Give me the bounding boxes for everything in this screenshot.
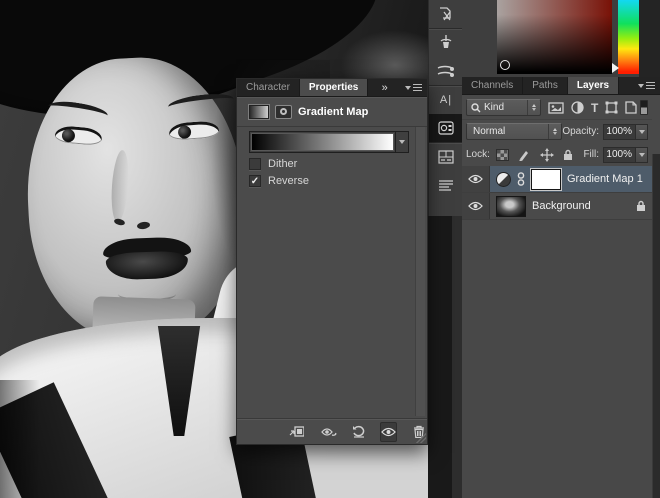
kind-filter-dropdown[interactable]: Kind [466,99,541,116]
mask-target-icon[interactable] [275,105,292,119]
filter-type-layers-icon[interactable]: T [591,101,598,115]
photoshop-workspace: A| Channels [0,0,660,498]
fill-value[interactable]: 100% [603,147,636,163]
panel-dock: A| [428,0,462,498]
layer-name[interactable]: Gradient Map 1 [567,173,643,185]
layer-list: Gradient Map 1 Background [462,166,652,220]
properties-footer [237,418,427,444]
color-panel [462,0,660,77]
lock-row: Lock: Fill: 100% [462,143,652,166]
blend-mode-value: Normal [473,126,505,137]
gradient-preview[interactable] [251,133,394,151]
view-previous-state-icon[interactable] [319,422,337,442]
dither-option[interactable]: Dither [249,158,297,170]
properties-tabbar: Character Properties » [237,79,427,97]
tab-character[interactable]: Character [237,79,300,96]
layer-row-gradient-map[interactable]: Gradient Map 1 [462,166,652,193]
visibility-toggle[interactable] [462,193,490,219]
opacity-arrow-icon[interactable] [636,124,648,140]
layer-filter-row: Kind T [462,96,652,119]
paragraph-panel-icon[interactable] [429,171,463,199]
lock-transparency-icon[interactable] [496,149,509,161]
adjustment-title: Gradient Map [298,106,368,118]
reverse-option[interactable]: ✓ Reverse [249,175,309,187]
panel-menu-icon[interactable] [400,84,427,91]
layer-mask-thumbnail[interactable] [531,169,561,190]
gradient-picker-arrow-icon[interactable] [395,132,408,152]
right-panel-column: Channels Paths Layers Kind T [462,0,660,498]
dropdown-stepper-icon [527,100,540,115]
reset-adjustment-icon[interactable] [351,422,367,442]
filter-shape-layers-icon[interactable] [605,101,618,114]
background-lock-icon [636,200,646,212]
brush-panel-icon[interactable] [429,29,463,57]
eye-icon [468,174,483,184]
filter-pixel-layers-icon[interactable] [548,102,564,114]
visibility-toggle[interactable] [462,166,490,192]
tab-paths[interactable]: Paths [523,77,568,94]
hue-slider-pointer[interactable] [612,63,619,73]
adjustment-header: Gradient Map [237,97,427,127]
gradient-adjustment-icon [249,105,269,119]
tab-layers[interactable]: Layers [568,77,619,94]
color-cursor[interactable] [500,60,510,70]
layer-row-background[interactable]: Background [462,193,652,220]
gradient-editor[interactable] [249,131,409,153]
layers-tabbar: Channels Paths Layers [462,77,660,95]
tab-channels[interactable]: Channels [462,77,523,94]
eye-icon [468,201,483,211]
clip-to-layer-icon[interactable] [289,422,305,442]
panel-menu-icon[interactable] [633,82,660,89]
filter-toggle-icon[interactable] [640,100,648,115]
blend-mode-dropdown[interactable]: Normal [466,123,562,140]
properties-scrollbar[interactable] [415,127,425,416]
collapse-panel-icon[interactable]: » [378,79,391,96]
layer-name[interactable]: Background [532,200,591,212]
dither-checkbox[interactable] [249,158,261,170]
panel-resize-grip[interactable] [416,433,426,443]
lock-all-icon[interactable] [563,149,573,161]
character-panel-icon[interactable]: A| [429,86,463,114]
saturation-field[interactable] [497,0,612,74]
dropdown-stepper-icon [548,124,561,139]
fill-arrow-icon[interactable] [636,147,648,163]
properties-panel-icon[interactable] [429,114,463,142]
reverse-label: Reverse [268,175,309,187]
lock-position-icon[interactable] [540,148,554,162]
lock-pixels-icon[interactable] [518,148,531,161]
opacity-value[interactable]: 100% [603,124,636,140]
dither-label: Dither [268,158,297,170]
reverse-checkbox[interactable]: ✓ [249,175,261,187]
kind-filter-label: Kind [484,102,504,113]
lock-label: Lock: [466,149,490,160]
layers-panel: Channels Paths Layers Kind T [462,77,660,498]
fill-input[interactable]: 100% [603,147,648,163]
filter-smart-objects-icon[interactable] [625,101,637,114]
opacity-label: Opacity: [562,126,599,137]
adjustment-layer-icon[interactable] [496,172,511,187]
tab-properties[interactable]: Properties [300,79,368,96]
toggle-visibility-icon[interactable] [380,422,397,442]
filter-adjustment-layers-icon[interactable] [571,101,584,114]
photo-edge-shadow [0,380,40,498]
layer-thumbnail[interactable] [496,196,526,217]
layers-empty-area[interactable] [462,220,652,498]
opacity-input[interactable]: 100% [603,124,648,140]
hue-slider[interactable] [618,0,639,74]
info-panel-icon[interactable] [429,143,463,171]
properties-panel: Character Properties » Gradient Map Dith… [236,78,428,445]
blend-row: Normal Opacity: 100% [462,119,652,143]
search-icon [471,103,481,113]
tool-presets-panel-icon[interactable] [429,57,463,85]
notes-panel-icon[interactable] [429,0,463,28]
mask-link-icon[interactable] [517,172,525,186]
fill-label: Fill: [583,149,599,160]
